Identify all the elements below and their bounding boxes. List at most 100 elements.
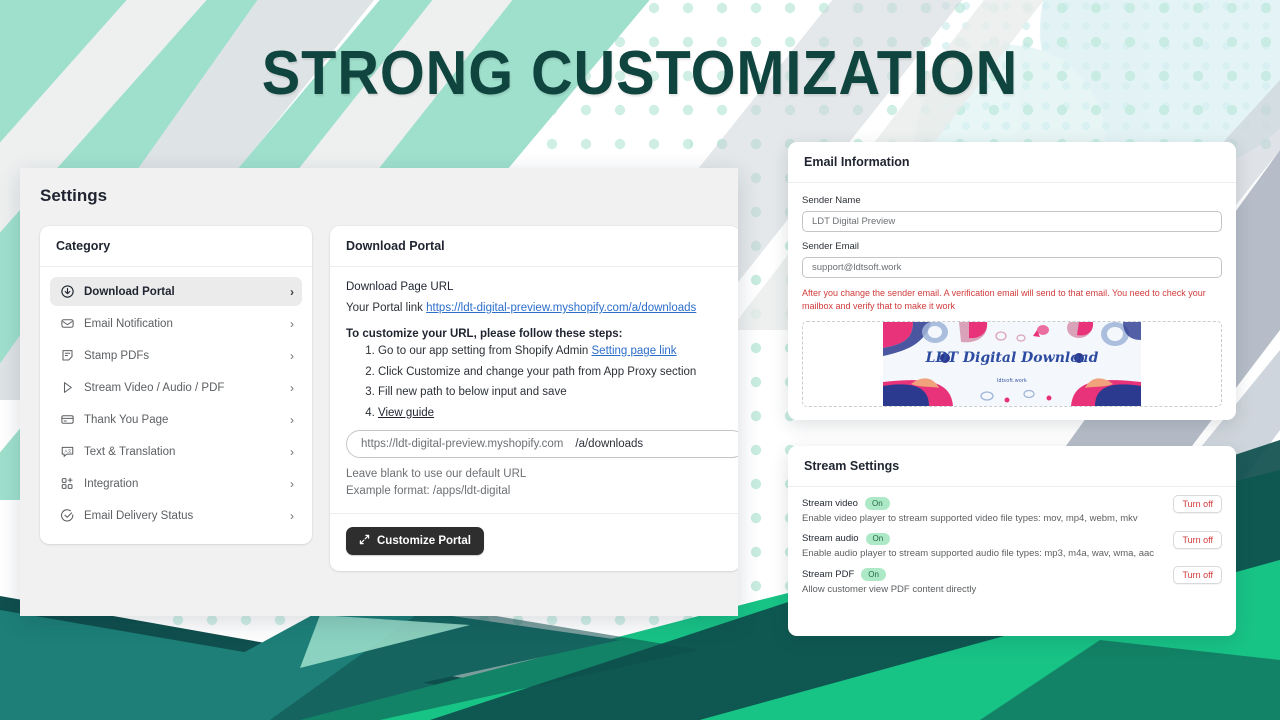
portal-link-line: Your Portal link https://ldt-digital-pre… (346, 302, 724, 314)
turn-off-button-audio[interactable]: Turn off (1173, 530, 1222, 549)
translate-icon: A 文 (59, 444, 75, 460)
stream-row-name: Stream PDF (802, 568, 855, 580)
chevron-right-icon: › (290, 508, 294, 523)
stream-row-name: Stream video (802, 497, 858, 509)
note-stamp-icon (59, 348, 75, 364)
detail-card-body: Download Page URL Your Portal link https… (330, 267, 738, 501)
portal-url-input[interactable]: https://ldt-digital-preview.myshopify.co… (346, 430, 738, 459)
step-item: Go to our app setting from Shopify Admin… (378, 344, 724, 360)
turn-off-button-pdf[interactable]: Turn off (1173, 566, 1222, 585)
sidebar-item-label: Thank You Page (84, 413, 169, 426)
category-list: Download Portal › Email Notification › S… (40, 267, 312, 542)
sender-email-input[interactable]: support@ldtsoft.work (802, 257, 1222, 278)
stream-card-body: Stream video On Enable video player to s… (788, 487, 1236, 595)
email-card-header: Email Information (788, 142, 1236, 183)
banner-subtitle: ldtsoft.work (996, 378, 1028, 385)
download-portal-detail-card: Download Portal Download Page URL Your P… (330, 226, 738, 571)
sidebar-item-stamp-pdfs[interactable]: Stamp PDFs › (50, 341, 302, 370)
stream-card-header: Stream Settings (788, 446, 1236, 487)
svg-text:A: A (64, 448, 67, 453)
sender-name-input[interactable]: LDT Digital Preview (802, 211, 1222, 232)
sidebar-item-email-delivery-status[interactable]: Email Delivery Status › (50, 501, 302, 530)
sender-email-warning: After you change the sender email. A ver… (802, 288, 1206, 312)
sidebar-item-email-notification[interactable]: Email Notification › (50, 309, 302, 338)
steps-title: To customize your URL, please follow the… (346, 328, 623, 340)
grid-plus-icon (59, 476, 75, 492)
detail-card-footer: Customize Portal (330, 512, 738, 570)
step-text: Fill new path to below input and save (378, 386, 567, 399)
svg-text:文: 文 (67, 448, 71, 453)
settings-title: Settings (40, 186, 108, 205)
chevron-right-icon: › (290, 316, 294, 331)
helper-text-default-url: Leave blank to use our default URL (346, 468, 527, 481)
chevron-right-icon: › (290, 476, 294, 491)
envelope-icon (59, 316, 75, 332)
step-item: Click Customize and change your path fro… (378, 365, 724, 381)
category-card: Category Download Portal › Email Notific… (40, 226, 312, 544)
email-information-card: Email Information Sender Name LDT Digita… (788, 142, 1236, 420)
sender-name-label: Sender Name (802, 195, 861, 206)
status-badge: On (865, 532, 891, 546)
email-banner-dropzone[interactable]: LDT Digital Download ldtsoft.work (802, 321, 1222, 408)
chevron-right-icon: › (290, 412, 294, 427)
download-circle-icon (59, 284, 75, 300)
stream-row-description: Enable video player to stream supported … (802, 512, 1138, 524)
email-card-body: Sender Name LDT Digital Preview Sender E… (788, 183, 1236, 408)
email-banner-image: LDT Digital Download ldtsoft.work (883, 322, 1141, 407)
check-circle-icon (59, 508, 75, 524)
sidebar-item-label: Email Delivery Status (84, 509, 194, 522)
turn-off-button-video[interactable]: Turn off (1173, 495, 1222, 513)
expand-arrows-icon (359, 534, 370, 548)
sidebar-item-text-translation[interactable]: A 文 Text & Translation › (50, 437, 302, 466)
portal-link-prefix: Your Portal link (346, 302, 423, 314)
sidebar-item-download-portal[interactable]: Download Portal › (50, 277, 302, 306)
status-badge: On (864, 497, 890, 510)
stream-row-head: Stream video On (802, 497, 1222, 510)
sidebar-item-label: Stamp PDFs (84, 349, 150, 362)
step-text: Go to our app setting from Shopify Admin (378, 345, 592, 357)
banner-title: LDT Digital Download (925, 350, 1099, 367)
sidebar-item-label: Text & Translation (84, 445, 176, 458)
chevron-right-icon: › (290, 444, 294, 459)
stream-row-description: Enable audio player to stream supported … (802, 548, 1155, 560)
helper-text-example-format: Example format: /apps/ldt-digital (346, 485, 511, 498)
view-guide-link[interactable]: View guide (378, 407, 434, 419)
play-icon (59, 380, 75, 396)
customize-portal-button[interactable]: Customize Portal (346, 526, 484, 555)
detail-card-header: Download Portal (330, 226, 738, 267)
stream-row-pdf: Stream PDF On Allow customer view PDF co… (802, 566, 1222, 595)
settings-window: Settings Category Download Portal › Emai… (20, 168, 738, 616)
card-icon (59, 412, 75, 428)
step-text: Click Customize and change your path fro… (378, 365, 697, 378)
sidebar-item-thank-you-page[interactable]: Thank You Page › (50, 405, 302, 434)
category-card-header: Category (40, 226, 312, 267)
stream-settings-card: Stream Settings Stream video On Enable v… (788, 446, 1236, 636)
step-item: View guide (378, 406, 724, 422)
portal-link[interactable]: https://ldt-digital-preview.myshopify.co… (426, 302, 696, 314)
stream-row-name: Stream audio (802, 533, 859, 545)
download-page-url-label: Download Page URL (346, 281, 454, 293)
customize-portal-label: Customize Portal (377, 534, 471, 547)
steps-list: Go to our app setting from Shopify Admin… (346, 344, 724, 421)
chevron-right-icon: › (290, 348, 294, 363)
url-input-value: /a/downloads (575, 438, 644, 451)
sender-email-label: Sender Email (802, 241, 860, 252)
step-item: Fill new path to below input and save (378, 385, 724, 401)
page-headline: Strong Customization (261, 39, 1019, 108)
sidebar-item-stream-video-audio-pdf[interactable]: Stream Video / Audio / PDF › (50, 373, 302, 402)
stream-row-video: Stream video On Enable video player to s… (802, 495, 1222, 524)
settings-body: Category Download Portal › Email Notific… (20, 206, 738, 571)
sidebar-item-label: Download Portal (84, 285, 175, 298)
stream-row-audio: Stream audio On Enable audio player to s… (802, 530, 1222, 560)
chevron-right-icon: › (290, 284, 294, 299)
sidebar-item-label: Stream Video / Audio / PDF (84, 381, 225, 394)
sidebar-item-label: Email Notification (84, 317, 173, 330)
chevron-right-icon: › (290, 380, 294, 395)
sidebar-item-label: Integration (84, 477, 139, 490)
stream-row-head: Stream audio On (802, 532, 1222, 546)
stream-row-description: Allow customer view PDF content directly (802, 583, 977, 595)
sidebar-item-integration[interactable]: Integration › (50, 469, 302, 498)
setting-page-link[interactable]: Setting page link (592, 345, 677, 357)
status-badge: On (861, 568, 886, 581)
url-input-prefix: https://ldt-digital-preview.myshopify.co… (361, 438, 564, 451)
